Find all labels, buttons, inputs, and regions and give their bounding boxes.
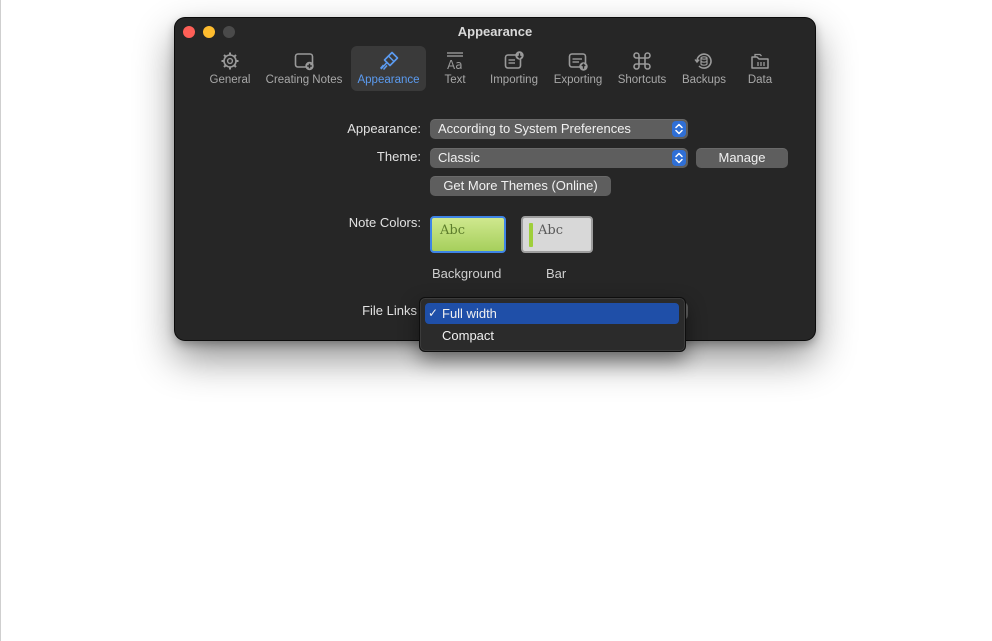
background-caption: Background	[432, 266, 502, 281]
note-color-bar-option[interactable]: Abc	[521, 216, 593, 253]
checkmark-icon: ✓	[428, 306, 439, 320]
file-links-label: File Links	[362, 303, 417, 318]
chevron-up-down-icon	[672, 150, 686, 166]
tab-creating-notes[interactable]: Creating Notes	[262, 46, 346, 91]
new-note-icon	[294, 53, 314, 71]
tab-label: Exporting	[553, 74, 603, 86]
backup-icon	[694, 53, 712, 69]
tab-general[interactable]: General	[201, 46, 259, 91]
theme-popup[interactable]: Classic	[430, 148, 688, 168]
tab-appearance[interactable]: Appearance	[351, 46, 426, 91]
theme-value: Classic	[438, 150, 480, 165]
menu-item-compact[interactable]: Compact	[425, 325, 679, 346]
appearance-value: According to System Preferences	[438, 121, 631, 136]
theme-label: Theme:	[376, 149, 421, 164]
title-bar[interactable]: Appearance	[175, 18, 815, 46]
tab-exporting[interactable]: Exporting	[550, 46, 606, 91]
import-icon	[504, 51, 524, 69]
tab-label: Shortcuts	[617, 74, 667, 86]
preferences-window: Appearance General Creating Notes Appear…	[175, 18, 815, 340]
appearance-label: Appearance:	[347, 121, 421, 136]
tab-importing[interactable]: Importing	[486, 46, 542, 91]
data-folder-icon	[751, 53, 769, 69]
note-colors-label: Note Colors:	[348, 215, 421, 230]
tab-label: Text	[444, 74, 466, 86]
tab-label: General	[209, 74, 251, 86]
tab-shortcuts[interactable]: Shortcuts	[613, 46, 671, 91]
chevron-up-down-icon	[672, 121, 686, 137]
swatch-sample-text: Abc	[440, 223, 465, 238]
gear-icon	[221, 52, 239, 70]
appearance-popup[interactable]: According to System Preferences	[430, 119, 688, 139]
swatch-sample-text: Abc	[538, 223, 563, 238]
window-title: Appearance	[457, 24, 533, 39]
get-more-themes-button[interactable]: Get More Themes (Online)	[430, 176, 611, 196]
text-format-icon: Aa	[447, 52, 463, 72]
svg-text:Aa: Aa	[447, 58, 463, 72]
screen-edge	[0, 0, 1, 641]
tab-label: Creating Notes	[265, 74, 343, 86]
manage-themes-button[interactable]: Manage	[696, 148, 788, 168]
file-links-dropdown-menu: ✓ Full width Compact	[419, 297, 686, 352]
color-bar	[529, 223, 533, 247]
preferences-toolbar: General Creating Notes Appearance Aa Tex…	[175, 46, 815, 92]
tab-label: Data	[747, 74, 773, 86]
menu-item-full-width[interactable]: ✓ Full width	[425, 303, 679, 324]
menu-item-label: Full width	[442, 306, 497, 321]
tab-label: Importing	[490, 74, 538, 86]
brush-icon	[379, 51, 398, 70]
menu-item-label: Compact	[442, 328, 495, 343]
note-color-background-option[interactable]: Abc	[430, 216, 506, 253]
tab-data[interactable]: Data	[742, 46, 778, 91]
tab-backups[interactable]: Backups	[678, 46, 730, 91]
tab-label: Appearance	[357, 74, 420, 86]
export-icon	[568, 53, 588, 71]
tab-label: Backups	[681, 74, 727, 86]
command-icon	[633, 52, 651, 70]
bar-caption: Bar	[546, 266, 567, 281]
tab-text[interactable]: Aa Text	[435, 46, 475, 91]
